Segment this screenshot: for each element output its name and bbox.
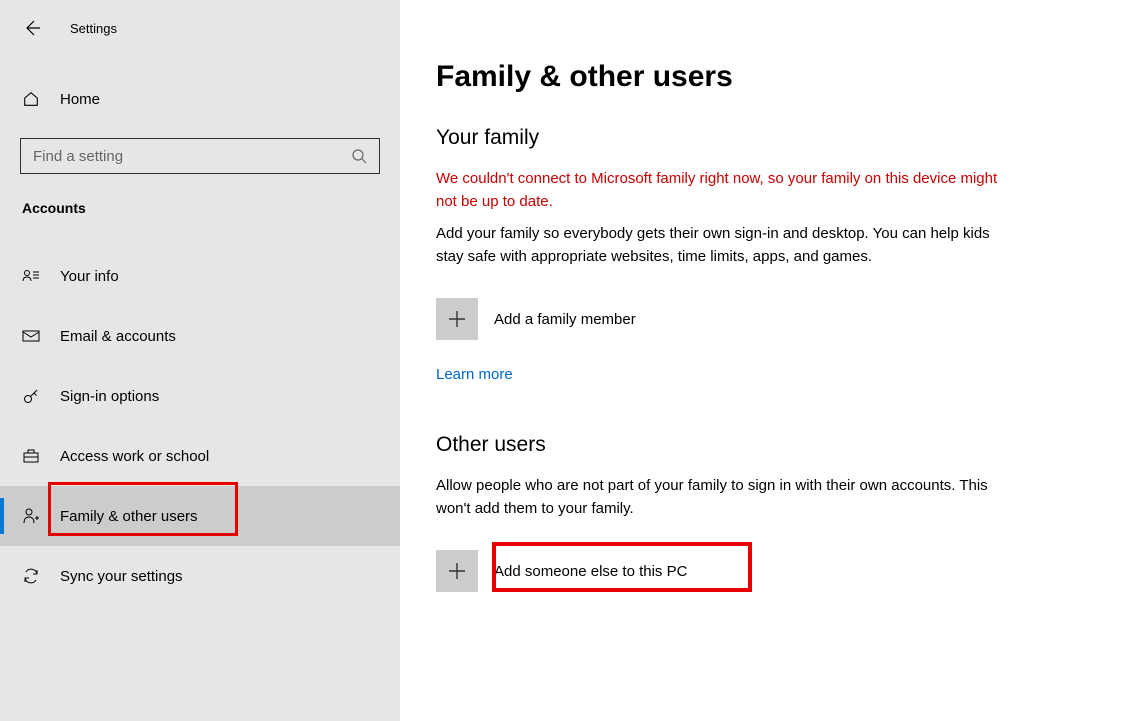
family-error-text: We couldn't connect to Microsoft family …: [436, 168, 1006, 213]
nav-label: Access work or school: [60, 448, 209, 465]
add-family-member-button[interactable]: Add a family member: [436, 298, 1092, 340]
person-card-icon: [22, 267, 40, 285]
home-nav[interactable]: Home: [0, 76, 400, 122]
sidebar-item-your-info[interactable]: Your info: [0, 246, 400, 306]
plus-icon: [436, 298, 478, 340]
sidebar-item-access-work-school[interactable]: Access work or school: [0, 426, 400, 486]
nav-list: Your info Email & accounts Sign-in optio…: [0, 246, 400, 606]
nav-label: Sync your settings: [60, 568, 183, 585]
plus-icon: [436, 550, 478, 592]
sidebar-item-email-accounts[interactable]: Email & accounts: [0, 306, 400, 366]
mail-icon: [22, 327, 40, 345]
nav-label: Sign-in options: [60, 388, 159, 405]
main-content: Family & other users Your family We coul…: [400, 0, 1128, 721]
add-other-user-button[interactable]: Add someone else to this PC: [436, 550, 1092, 592]
page-title: Family & other users: [436, 60, 1092, 94]
nav-label: Family & other users: [60, 508, 198, 525]
search-box[interactable]: [20, 138, 380, 174]
home-icon: [22, 90, 40, 108]
nav-label: Your info: [60, 268, 119, 285]
sync-icon: [22, 567, 40, 585]
sidebar-item-family-other-users[interactable]: Family & other users: [0, 486, 400, 546]
person-plus-icon: [22, 507, 40, 525]
sidebar: Settings Home Accounts: [0, 0, 400, 721]
nav-label: Email & accounts: [60, 328, 176, 345]
learn-more-link[interactable]: Learn more: [436, 366, 513, 383]
other-users-heading: Other users: [436, 433, 1092, 457]
window-title: Settings: [70, 21, 117, 36]
back-arrow-icon[interactable]: [22, 18, 42, 38]
sidebar-header: Settings: [0, 8, 400, 48]
add-other-label: Add someone else to this PC: [494, 563, 687, 580]
family-heading: Your family: [436, 126, 1092, 150]
search-icon: [351, 148, 367, 164]
briefcase-icon: [22, 447, 40, 465]
sidebar-item-sync-settings[interactable]: Sync your settings: [0, 546, 400, 606]
family-description: Add your family so everybody gets their …: [436, 223, 1006, 268]
home-label: Home: [60, 91, 100, 108]
category-label: Accounts: [0, 174, 400, 226]
sidebar-item-signin-options[interactable]: Sign-in options: [0, 366, 400, 426]
key-icon: [22, 387, 40, 405]
add-family-label: Add a family member: [494, 311, 636, 328]
other-users-description: Allow people who are not part of your fa…: [436, 475, 1006, 520]
search-input[interactable]: [33, 148, 351, 165]
